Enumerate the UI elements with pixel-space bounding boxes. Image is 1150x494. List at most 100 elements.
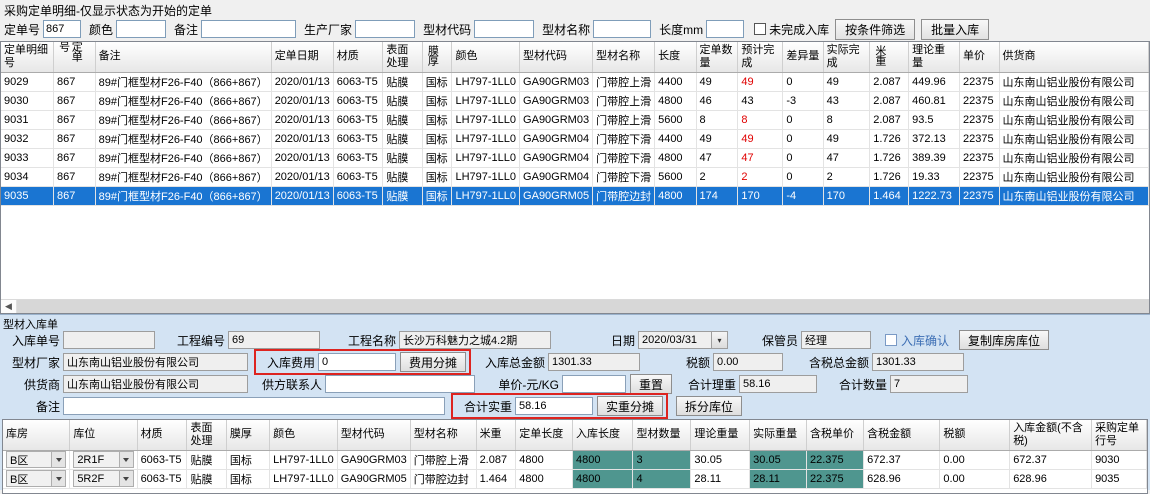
cell[interactable]: 2020/01/13 — [271, 148, 333, 167]
column-header[interactable]: 型材名称 — [410, 420, 476, 450]
column-header[interactable]: 理论重量 — [909, 42, 960, 72]
cell[interactable]: 1.726 — [870, 148, 909, 167]
inbound-confirm-checkbox[interactable] — [885, 334, 897, 346]
column-header[interactable]: 颜色 — [452, 42, 520, 72]
cell[interactable]: LH797-1LL0 — [452, 72, 520, 91]
column-header[interactable]: 定单号 — [54, 42, 96, 72]
contact-field[interactable] — [325, 375, 475, 393]
filter-name-input[interactable] — [593, 20, 651, 38]
cell[interactable]: 47 — [696, 148, 738, 167]
cell[interactable]: 170 — [823, 186, 870, 205]
cell[interactable]: 4 — [633, 469, 691, 488]
cell[interactable]: 2R1F — [70, 450, 137, 469]
cell[interactable]: 22375 — [960, 110, 1000, 129]
cell[interactable]: GA90GRM03 — [520, 110, 593, 129]
column-header[interactable]: 备注 — [95, 42, 271, 72]
cell[interactable]: 9031 — [1, 110, 54, 129]
cell[interactable]: 2 — [823, 167, 870, 186]
cell[interactable]: 贴膜 — [383, 167, 422, 186]
cell[interactable]: LH797-1LL0 — [270, 450, 338, 469]
cell[interactable]: 国标 — [422, 129, 452, 148]
column-header[interactable]: 差异量 — [783, 42, 823, 72]
cell[interactable]: B区 — [3, 450, 70, 469]
filter-remark-input[interactable] — [201, 20, 296, 38]
column-header[interactable]: 单价 — [960, 42, 1000, 72]
table-row[interactable]: B区2R1F6063-T5贴膜国标LH797-1LL0GA90GRM03门带腔上… — [3, 450, 1147, 469]
cell[interactable]: 贴膜 — [383, 148, 422, 167]
cell[interactable]: 170 — [738, 186, 783, 205]
cell[interactable]: 2020/01/13 — [271, 72, 333, 91]
cell[interactable]: 2020/01/13 — [271, 91, 333, 110]
cell[interactable]: 4400 — [655, 72, 696, 91]
cell[interactable]: 门带腔下滑 — [593, 167, 655, 186]
date-field[interactable] — [638, 331, 712, 349]
cell[interactable]: 0.00 — [940, 450, 1010, 469]
inbound-fee-field[interactable] — [318, 353, 396, 371]
cell[interactable]: 山东南山铝业股份有限公司 — [999, 167, 1148, 186]
cell[interactable]: GA90GRM05 — [337, 469, 410, 488]
chevron-down-icon[interactable] — [119, 471, 133, 486]
cell[interactable]: 628.96 — [864, 469, 940, 488]
cell[interactable]: 372.13 — [909, 129, 960, 148]
cell[interactable]: 389.39 — [909, 148, 960, 167]
total-theory-field[interactable] — [739, 375, 817, 393]
cell[interactable]: 28.11 — [750, 469, 807, 488]
cell[interactable]: 22.375 — [807, 450, 864, 469]
cell[interactable]: 3 — [633, 450, 691, 469]
cell[interactable]: 867 — [54, 72, 96, 91]
column-header[interactable]: 膜厚 — [226, 420, 269, 450]
cell[interactable]: 49 — [696, 129, 738, 148]
cell[interactable]: 门带腔上滑 — [593, 72, 655, 91]
cell[interactable]: 1.726 — [870, 167, 909, 186]
cell[interactable]: 门带腔下滑 — [593, 129, 655, 148]
cell[interactable]: 30.05 — [691, 450, 750, 469]
cell[interactable]: 89#门框型材F26-F40（866+867） — [95, 91, 271, 110]
cell[interactable]: -3 — [783, 91, 823, 110]
project-no-field[interactable] — [228, 331, 320, 349]
cell[interactable]: 2020/01/13 — [271, 186, 333, 205]
chevron-down-icon[interactable] — [51, 452, 65, 467]
scroll-left-icon[interactable]: ◀ — [1, 300, 17, 313]
total-amount-field[interactable] — [548, 353, 640, 371]
cell[interactable]: 1.726 — [870, 129, 909, 148]
cell[interactable]: GA90GRM04 — [520, 129, 593, 148]
column-header[interactable]: 库位 — [70, 420, 137, 450]
cell[interactable]: 0 — [783, 148, 823, 167]
cell[interactable]: 49 — [738, 129, 783, 148]
unit-price-field[interactable] — [562, 375, 626, 393]
cell[interactable]: 国标 — [422, 148, 452, 167]
cell[interactable]: 28.11 — [691, 469, 750, 488]
cell[interactable]: 9032 — [1, 129, 54, 148]
cell[interactable]: LH797-1LL0 — [452, 129, 520, 148]
filter-order-no-input[interactable] — [43, 20, 81, 38]
column-header[interactable]: 实际完成 — [823, 42, 870, 72]
cell[interactable]: 89#门框型材F26-F40（866+867） — [95, 110, 271, 129]
cell[interactable]: 460.81 — [909, 91, 960, 110]
cell[interactable]: 山东南山铝业股份有限公司 — [999, 186, 1148, 205]
unfinished-checkbox[interactable] — [754, 23, 766, 35]
cell[interactable]: 9035 — [1092, 469, 1147, 488]
cell[interactable]: 门带腔上滑 — [593, 110, 655, 129]
cell[interactable]: 9030 — [1092, 450, 1147, 469]
cell[interactable]: 2 — [696, 167, 738, 186]
filter-factory-input[interactable] — [355, 20, 415, 38]
cell[interactable]: 22375 — [960, 129, 1000, 148]
cell[interactable]: 4800 — [516, 469, 573, 488]
column-header[interactable]: 定单长度 — [516, 420, 573, 450]
cell[interactable]: 国标 — [422, 186, 452, 205]
cell[interactable]: 山东南山铝业股份有限公司 — [999, 72, 1148, 91]
table-row[interactable]: 902986789#门框型材F26-F40（866+867）2020/01/13… — [1, 72, 1149, 91]
cell[interactable]: 30.05 — [750, 450, 807, 469]
cell[interactable]: -4 — [783, 186, 823, 205]
column-header[interactable]: 含税金额 — [864, 420, 940, 450]
cell[interactable]: 国标 — [422, 72, 452, 91]
cell[interactable]: 6063-T5 — [137, 469, 187, 488]
column-header[interactable]: 膜厚 — [422, 42, 452, 72]
cell[interactable]: 贴膜 — [383, 91, 422, 110]
column-header[interactable]: 型材代码 — [337, 420, 410, 450]
cell[interactable]: 49 — [696, 72, 738, 91]
cell[interactable]: 6063-T5 — [333, 129, 383, 148]
column-header[interactable]: 库房 — [3, 420, 70, 450]
actual-allocate-button[interactable]: 实重分摊 — [597, 396, 663, 416]
table-row[interactable]: 903586789#门框型材F26-F40（866+867）2020/01/13… — [1, 186, 1149, 205]
